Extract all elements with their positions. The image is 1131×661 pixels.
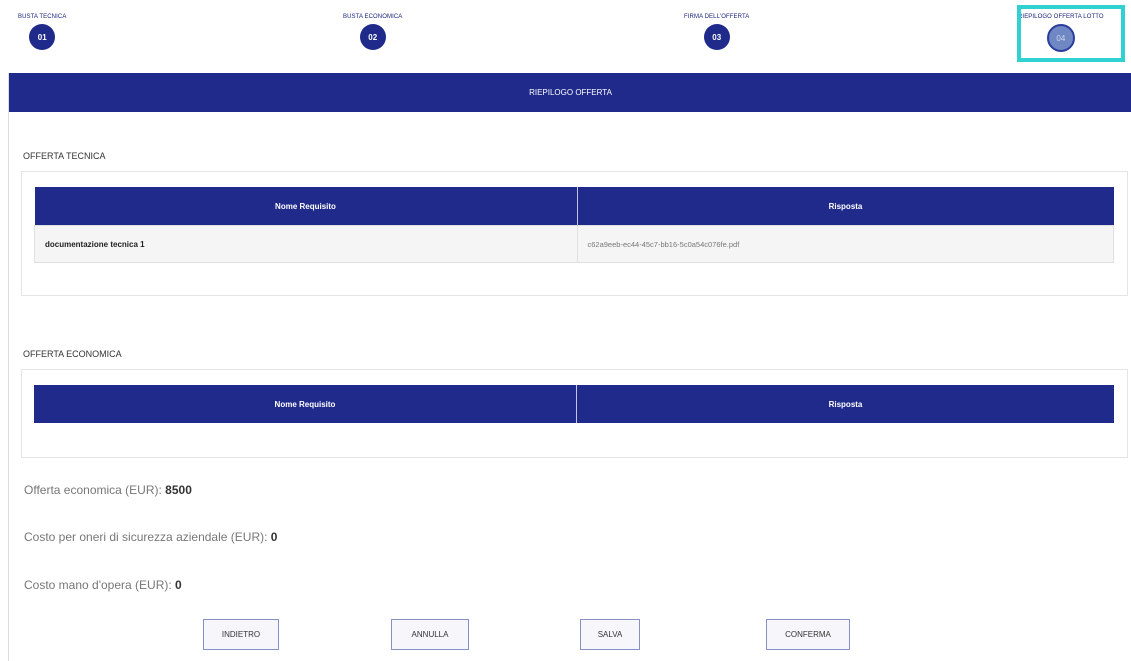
- step-label: BUSTA TECNICA: [18, 14, 67, 20]
- costo-manodopera-line: Costo mano d'opera (EUR): 0: [24, 578, 182, 592]
- costo-sicurezza-label: Costo per oneri di sicurezza aziendale (…: [24, 530, 268, 544]
- indietro-button[interactable]: INDIETRO: [203, 619, 279, 650]
- step-number-badge[interactable]: 01: [29, 24, 56, 50]
- step-number-badge[interactable]: 03: [703, 24, 730, 50]
- annulla-button[interactable]: ANNULLA: [391, 619, 469, 650]
- costo-sicurezza-line: Costo per oneri di sicurezza aziendale (…: [24, 530, 277, 544]
- table-row: documentazione tecnica 1 c62a9eeb-ec44-4…: [34, 225, 1114, 263]
- main-panel: RIEPILOGO OFFERTA OFFERTA TECNICA Nome R…: [8, 73, 1131, 661]
- costo-manodopera-label: Costo mano d'opera (EUR):: [24, 578, 172, 592]
- salva-button[interactable]: SALVA: [580, 619, 640, 650]
- offerta-economica-label: Offerta economica (EUR):: [24, 483, 162, 497]
- offerta-economica-value: 8500: [165, 483, 192, 497]
- offerta-tecnica-card: Nome Requisito Risposta documentazione t…: [21, 171, 1128, 296]
- costo-manodopera-value: 0: [175, 578, 182, 592]
- active-step-highlight: [1017, 5, 1125, 62]
- offerta-tecnica-title: OFFERTA TECNICA: [23, 151, 106, 161]
- step-busta-economica[interactable]: BUSTA ECONOMICA 02: [343, 14, 402, 50]
- step-label: BUSTA ECONOMICA: [343, 14, 403, 20]
- offerta-economica-card: Nome Requisito Risposta: [21, 369, 1128, 458]
- step-number-badge[interactable]: 02: [359, 24, 386, 50]
- column-header-nome-requisito: Nome Requisito: [34, 385, 577, 423]
- offerta-tecnica-table: Nome Requisito Risposta documentazione t…: [34, 187, 1114, 263]
- step-firma-offerta[interactable]: FIRMA DELL'OFFERTA 03: [684, 14, 749, 50]
- conferma-button[interactable]: CONFERMA: [766, 619, 850, 650]
- step-label: FIRMA DELL'OFFERTA: [684, 14, 750, 20]
- page-title: RIEPILOGO OFFERTA: [9, 73, 1131, 112]
- column-header-risposta: Risposta: [577, 187, 1114, 226]
- costo-sicurezza-value: 0: [270, 530, 278, 544]
- step-busta-tecnica[interactable]: BUSTA TECNICA 01: [18, 14, 66, 50]
- requisito-name: documentazione tecnica 1: [34, 225, 578, 263]
- offerta-economica-title: OFFERTA ECONOMICA: [23, 349, 122, 359]
- offerta-economica-table: Nome Requisito Risposta: [34, 385, 1114, 423]
- column-header-risposta: Risposta: [576, 385, 1114, 423]
- offerta-economica-line: Offerta economica (EUR): 8500: [24, 483, 192, 497]
- column-header-nome-requisito: Nome Requisito: [34, 187, 578, 226]
- risposta-file-link[interactable]: c62a9eeb-ec44-45c7-bb16-5c0a54c076fe.pdf: [576, 225, 1114, 263]
